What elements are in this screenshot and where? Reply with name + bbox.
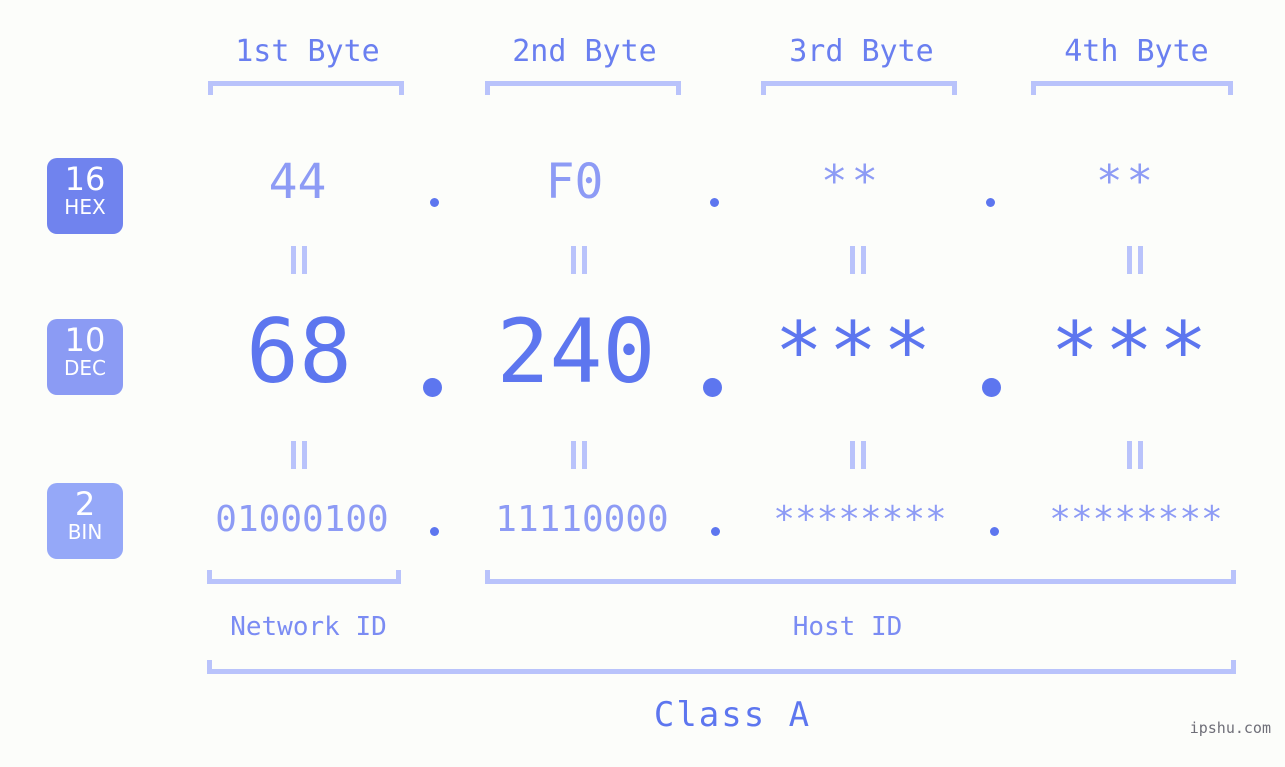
equals-mark-dec-bin-3 (847, 441, 869, 469)
host-id-bracket (485, 570, 1236, 584)
network-id-bracket (207, 570, 401, 584)
byte-bracket-top-2 (485, 81, 681, 95)
bin-value-byte-1: 01000100 (215, 499, 389, 540)
network-id-label: Network ID (230, 612, 387, 642)
dec-value-byte-1: 68 (246, 300, 352, 403)
hex-separator-dot-3 (986, 198, 995, 207)
bin-value-byte-4: ******** (1049, 499, 1223, 540)
bin-value-byte-2: 11110000 (495, 499, 669, 540)
class-bracket (207, 660, 1236, 674)
dec-value-byte-2: 240 (496, 300, 656, 403)
hex-value-byte-1: 44 (268, 154, 327, 210)
hex-separator-dot-2 (710, 198, 719, 207)
dec-separator-dot-3 (982, 378, 1001, 397)
byte-bracket-top-4 (1031, 81, 1233, 95)
base-badge-hex-number: 16 (64, 160, 106, 198)
base-badge-hex: 16 HEX (47, 158, 123, 234)
watermark: ipshu.com (1189, 719, 1271, 737)
byte-header-4: 4th Byte (1064, 34, 1209, 69)
bin-separator-dot-2 (711, 527, 720, 536)
bin-separator-dot-3 (990, 527, 999, 536)
byte-bracket-top-1 (208, 81, 404, 95)
base-badge-bin-number: 2 (74, 485, 96, 523)
equals-mark-dec-bin-1 (288, 441, 310, 469)
hex-separator-dot-1 (430, 198, 439, 207)
byte-header-1: 1st Byte (235, 34, 380, 69)
dec-value-byte-3: *** (774, 305, 938, 398)
class-label: Class A (653, 695, 812, 735)
byte-header-3: 3rd Byte (789, 34, 934, 69)
dec-separator-dot-2 (703, 378, 722, 397)
base-badge-bin: 2 BIN (47, 483, 123, 559)
base-badge-hex-name: HEX (64, 195, 106, 219)
bin-separator-dot-1 (430, 527, 439, 536)
hex-value-byte-2: F0 (545, 154, 604, 210)
equals-mark-dec-bin-2 (568, 441, 590, 469)
ip-address-breakdown-diagram: 1st Byte 2nd Byte 3rd Byte 4th Byte 16 H… (0, 0, 1285, 767)
base-badge-dec: 10 DEC (47, 319, 123, 395)
byte-header-2: 2nd Byte (512, 34, 657, 69)
equals-mark-dec-bin-4 (1124, 441, 1146, 469)
equals-mark-hex-dec-1 (288, 246, 310, 274)
base-badge-dec-name: DEC (63, 356, 106, 380)
equals-mark-hex-dec-2 (568, 246, 590, 274)
base-badge-dec-number: 10 (64, 321, 106, 359)
base-badge-bin-name: BIN (67, 520, 103, 544)
dec-separator-dot-1 (423, 378, 442, 397)
hex-value-byte-3: ** (821, 156, 882, 207)
equals-mark-hex-dec-4 (1124, 246, 1146, 274)
hex-value-byte-4: ** (1096, 156, 1157, 207)
host-id-label: Host ID (792, 612, 903, 642)
bin-value-byte-3: ******** (773, 499, 947, 540)
dec-value-byte-4: *** (1050, 305, 1214, 398)
byte-bracket-top-3 (761, 81, 957, 95)
equals-mark-hex-dec-3 (847, 246, 869, 274)
